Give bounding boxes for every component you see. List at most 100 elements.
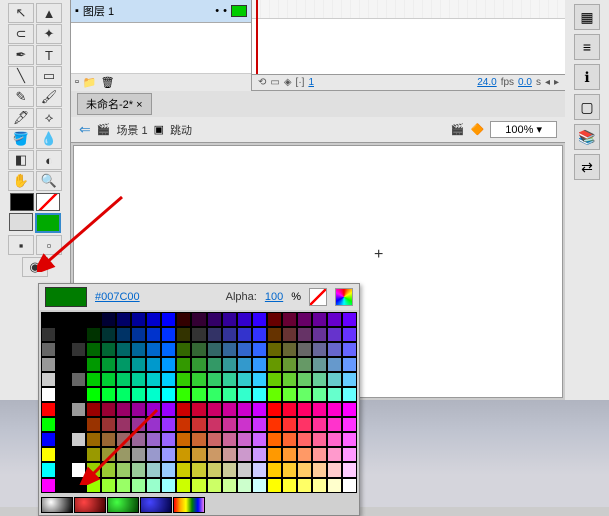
- color-cell[interactable]: [161, 357, 176, 372]
- color-cell[interactable]: [267, 478, 282, 493]
- radial-gradient-swatch[interactable]: [41, 497, 73, 513]
- color-cell[interactable]: [56, 342, 71, 357]
- color-cell[interactable]: [176, 357, 191, 372]
- color-cell[interactable]: [252, 402, 267, 417]
- color-cell[interactable]: [282, 447, 297, 462]
- color-cell[interactable]: [56, 372, 71, 387]
- color-cell[interactable]: [86, 402, 101, 417]
- color-cell[interactable]: [161, 447, 176, 462]
- back-icon[interactable]: ⇐: [79, 121, 91, 138]
- color-cell[interactable]: [41, 447, 56, 462]
- color-cell[interactable]: [56, 402, 71, 417]
- color-cell[interactable]: [237, 417, 252, 432]
- color-cell[interactable]: [237, 447, 252, 462]
- color-cell[interactable]: [267, 327, 282, 342]
- color-cell[interactable]: [146, 372, 161, 387]
- color-cell[interactable]: [342, 327, 357, 342]
- eraser-tool-icon[interactable]: ◧: [8, 150, 34, 170]
- color-cell[interactable]: [131, 357, 146, 372]
- color-cell[interactable]: [282, 478, 297, 493]
- color-cell[interactable]: [327, 312, 342, 327]
- color-cell[interactable]: [267, 432, 282, 447]
- delete-layer-icon[interactable]: 🗑: [101, 76, 115, 89]
- pen-tool-icon[interactable]: ✒: [8, 45, 34, 65]
- color-wheel-icon[interactable]: [335, 288, 353, 306]
- scroll-left-icon[interactable]: ◂: [545, 77, 550, 88]
- loop-icon[interactable]: ◈: [284, 77, 292, 88]
- color-cell[interactable]: [297, 387, 312, 402]
- color-cell[interactable]: [191, 402, 206, 417]
- color-cell[interactable]: [312, 357, 327, 372]
- color-cell[interactable]: [312, 462, 327, 477]
- color-cell[interactable]: [342, 432, 357, 447]
- color-cell[interactable]: [176, 417, 191, 432]
- timeline-frames[interactable]: ⟲ ▭ ◈ [·] 1 24.0fps 0.0s ◂ ▸: [252, 0, 565, 90]
- color-cell[interactable]: [327, 417, 342, 432]
- color-cell[interactable]: [237, 387, 252, 402]
- color-cell[interactable]: [297, 312, 312, 327]
- color-cell[interactable]: [252, 357, 267, 372]
- nofill-swatch[interactable]: [36, 193, 60, 211]
- color-cell[interactable]: [312, 478, 327, 493]
- color-cell[interactable]: [146, 387, 161, 402]
- fps-value[interactable]: 24.0: [477, 77, 496, 88]
- layer-visibility-icon[interactable]: •: [215, 5, 219, 17]
- color-cell[interactable]: [176, 342, 191, 357]
- color-cell[interactable]: [161, 402, 176, 417]
- color-cell[interactable]: [297, 372, 312, 387]
- lasso-tool-icon[interactable]: ⊂: [8, 24, 34, 44]
- color-cell[interactable]: [222, 417, 237, 432]
- color-cell[interactable]: [207, 417, 222, 432]
- color-cell[interactable]: [237, 372, 252, 387]
- color-cell[interactable]: [146, 447, 161, 462]
- color-cell[interactable]: [101, 327, 116, 342]
- color-cell[interactable]: [131, 478, 146, 493]
- color-cell[interactable]: [176, 312, 191, 327]
- color-cell[interactable]: [267, 447, 282, 462]
- color-cell[interactable]: [282, 462, 297, 477]
- color-cell[interactable]: [191, 357, 206, 372]
- color-cell[interactable]: [297, 462, 312, 477]
- color-cell[interactable]: [267, 402, 282, 417]
- color-cell[interactable]: [86, 478, 101, 493]
- color-cell[interactable]: [327, 447, 342, 462]
- color-cell[interactable]: [312, 387, 327, 402]
- color-cell[interactable]: [191, 372, 206, 387]
- color-cell[interactable]: [101, 312, 116, 327]
- color-cell[interactable]: [207, 402, 222, 417]
- color-cell[interactable]: [146, 312, 161, 327]
- color-cell[interactable]: [41, 432, 56, 447]
- arrow-tool-icon[interactable]: ↖: [8, 3, 34, 23]
- onion-skin-icon[interactable]: ⟲: [258, 77, 266, 88]
- color-cell[interactable]: [312, 312, 327, 327]
- wand-tool-icon[interactable]: ✦: [36, 24, 62, 44]
- color-cell[interactable]: [222, 462, 237, 477]
- color-cell[interactable]: [101, 478, 116, 493]
- color-cell[interactable]: [342, 478, 357, 493]
- color-cell[interactable]: [131, 417, 146, 432]
- scene-name[interactable]: 场景 1: [116, 122, 147, 138]
- color-cell[interactable]: [41, 387, 56, 402]
- color-cell[interactable]: [116, 478, 131, 493]
- color-cell[interactable]: [252, 387, 267, 402]
- color-cell[interactable]: [252, 417, 267, 432]
- color-cell[interactable]: [116, 432, 131, 447]
- color-cell[interactable]: [56, 327, 71, 342]
- color-cell[interactable]: [191, 447, 206, 462]
- color-cell[interactable]: [161, 387, 176, 402]
- color-cell[interactable]: [131, 447, 146, 462]
- color-cell[interactable]: [161, 417, 176, 432]
- library-panel-icon[interactable]: 📚: [574, 124, 600, 150]
- color-cell[interactable]: [222, 357, 237, 372]
- color-cell[interactable]: [207, 342, 222, 357]
- dropper-tool-icon[interactable]: 💧: [36, 129, 62, 149]
- color-cell[interactable]: [71, 432, 86, 447]
- color-cell[interactable]: [252, 372, 267, 387]
- color-cell[interactable]: [116, 462, 131, 477]
- color-cell[interactable]: [86, 462, 101, 477]
- no-color-icon[interactable]: [309, 288, 327, 306]
- color-cell[interactable]: [207, 372, 222, 387]
- color-cell[interactable]: [131, 312, 146, 327]
- color-cell[interactable]: [71, 372, 86, 387]
- color-cell[interactable]: [176, 402, 191, 417]
